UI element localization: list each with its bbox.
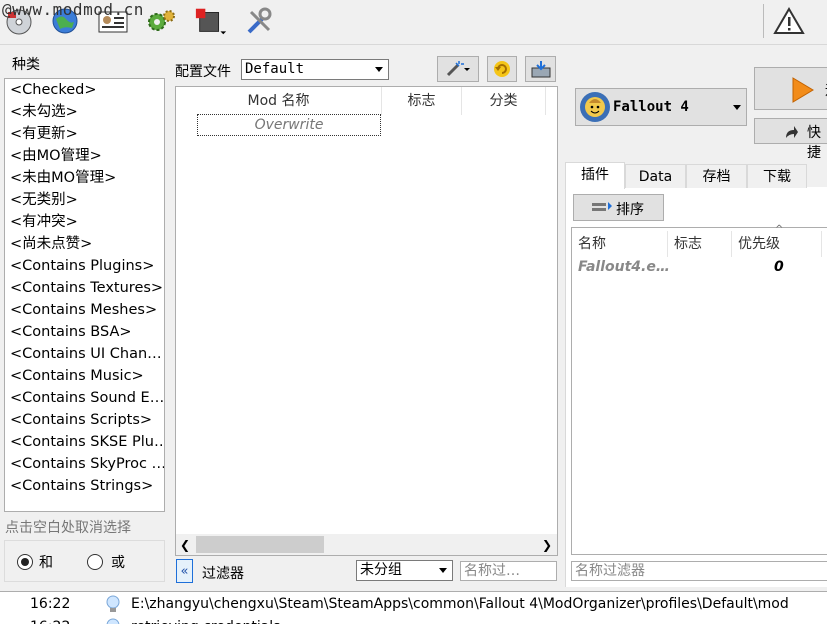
watermark-text: @www.modmod.cn	[2, 0, 144, 19]
info-bulb-icon	[106, 595, 120, 612]
plugin-priority: 0	[774, 259, 784, 275]
category-item[interactable]: <Contains Plugins>	[5, 255, 164, 277]
category-item[interactable]: <尚未点赞>	[5, 233, 164, 255]
category-item[interactable]: <有冲突>	[5, 211, 164, 233]
sort-label: 排序	[616, 202, 644, 218]
category-item[interactable]: <Contains Strings>	[5, 475, 164, 497]
category-item[interactable]: <无类别>	[5, 189, 164, 211]
column-flags[interactable]: 标志	[382, 87, 462, 115]
category-item[interactable]: <未由MO管理>	[5, 167, 164, 189]
toolbar-separator	[763, 4, 764, 38]
tab-data[interactable]: Data	[625, 164, 686, 188]
column-category[interactable]: 分类	[462, 87, 546, 115]
log-message: E:\zhangyu\chengxu\Steam\SteamApps\commo…	[131, 596, 789, 612]
shortcut-button[interactable]: 快捷	[754, 118, 827, 161]
filter-mode-group: 和 或	[4, 540, 165, 582]
restore-backup-button[interactable]	[487, 56, 517, 82]
game-select[interactable]: Fallout 4	[575, 88, 747, 126]
category-item[interactable]: <Contains Scripts>	[5, 409, 164, 431]
play-icon	[792, 77, 814, 103]
category-item[interactable]: <Checked>	[5, 79, 164, 101]
tab-plugins[interactable]: 插件	[565, 162, 625, 189]
category-item[interactable]: <Contains SKSE Plu…	[5, 431, 164, 453]
profile-select-value: Default	[245, 61, 305, 77]
filter-label: 过滤器	[202, 566, 244, 582]
column-mod-name[interactable]: Mod 名称	[176, 87, 382, 115]
radio-and-label: 和	[39, 555, 53, 571]
plugin-name-filter-input[interactable]: 名称过滤器	[571, 561, 827, 581]
category-item[interactable]: <Contains Sound E…	[5, 387, 164, 409]
category-item[interactable]: <Contains Textures>	[5, 277, 164, 299]
undo-icon	[494, 61, 510, 77]
chevron-down-icon	[439, 568, 447, 573]
profile-select[interactable]: Default	[241, 59, 389, 80]
plugin-row[interactable]: Fallout4.e… 0	[572, 257, 827, 279]
info-bulb-icon	[106, 618, 120, 624]
tab-saves[interactable]: 存档	[686, 164, 747, 188]
tools-icon[interactable]	[194, 4, 228, 38]
mod-actions-button[interactable]	[437, 56, 479, 82]
executables-gear-icon[interactable]	[144, 4, 178, 38]
settings-wrench-icon[interactable]	[242, 4, 276, 38]
chevron-down-icon	[733, 105, 741, 110]
plugin-list[interactable]: 名称 标志 优先级 ^ Fallout4.e… 0	[571, 224, 827, 555]
column-plugin-name[interactable]: 名称	[572, 231, 668, 257]
mod-name-filter-input[interactable]: 名称过…	[460, 561, 557, 581]
collapse-button[interactable]: «	[176, 559, 193, 583]
log-time: 16:22	[30, 596, 71, 612]
mod-list[interactable]: Mod 名称 标志 分类 Overwrite ❮ ❯	[175, 86, 558, 556]
vault-boy-icon	[580, 92, 610, 122]
category-item[interactable]: <由MO管理>	[5, 145, 164, 167]
sort-icon	[592, 202, 612, 211]
category-filter-list[interactable]: <Checked> <未勾选> <有更新> <由MO管理> <未由MO管理> <无类别> <…	[4, 78, 165, 512]
log-time: 16:22	[30, 615, 70, 624]
scrollbar-thumb[interactable]	[196, 536, 324, 553]
tools-wand-icon	[446, 61, 470, 77]
save-disk-icon	[531, 61, 550, 78]
column-plugin-flags[interactable]: 标志	[668, 231, 732, 257]
category-item[interactable]: <Contains BSA>	[5, 321, 164, 343]
plugin-name: Fallout4.e…	[578, 259, 670, 275]
categories-label: 种类	[12, 57, 40, 73]
group-select[interactable]: 未分组	[356, 560, 453, 581]
sort-button[interactable]: 排序	[573, 194, 664, 221]
overwrite-row[interactable]: Overwrite	[197, 114, 381, 136]
log-message: retrieving credentials	[131, 615, 280, 624]
sort-indicator-icon: ^	[775, 224, 784, 235]
radio-or-label: 或	[111, 555, 125, 571]
scroll-left-icon[interactable]: ❮	[180, 538, 190, 552]
scroll-right-icon[interactable]: ❯	[542, 538, 552, 552]
radio-and[interactable]	[17, 554, 33, 570]
toolbar-divider	[0, 44, 827, 45]
group-select-value: 未分组	[360, 562, 402, 578]
profile-label: 配置文件	[175, 64, 231, 80]
category-item[interactable]: <有更新>	[5, 123, 164, 145]
deselect-hint: 点击空白处取消选择	[5, 520, 131, 536]
category-item[interactable]: <未勾选>	[5, 101, 164, 123]
category-item[interactable]: <Contains UI Chan…	[5, 343, 164, 365]
radio-or[interactable]	[87, 554, 103, 570]
shortcut-label: 快捷	[807, 125, 821, 161]
create-backup-button[interactable]	[525, 56, 556, 82]
category-item[interactable]: <Contains SkyProc …	[5, 453, 164, 475]
shortcut-arrow-icon	[786, 126, 798, 138]
chevron-down-icon	[375, 67, 383, 72]
log-panel: 16:22 E:\zhangyu\chengxu\Steam\SteamApps…	[0, 591, 827, 624]
category-item[interactable]: <Contains Music>	[5, 365, 164, 387]
category-item[interactable]: <Contains Meshes>	[5, 299, 164, 321]
tab-downloads[interactable]: 下载	[747, 164, 807, 188]
game-select-value: Fallout 4	[613, 99, 689, 115]
horizontal-scrollbar[interactable]: ❮ ❯	[176, 534, 557, 555]
warning-icon[interactable]	[772, 4, 806, 38]
run-button[interactable]: 运	[754, 67, 827, 110]
